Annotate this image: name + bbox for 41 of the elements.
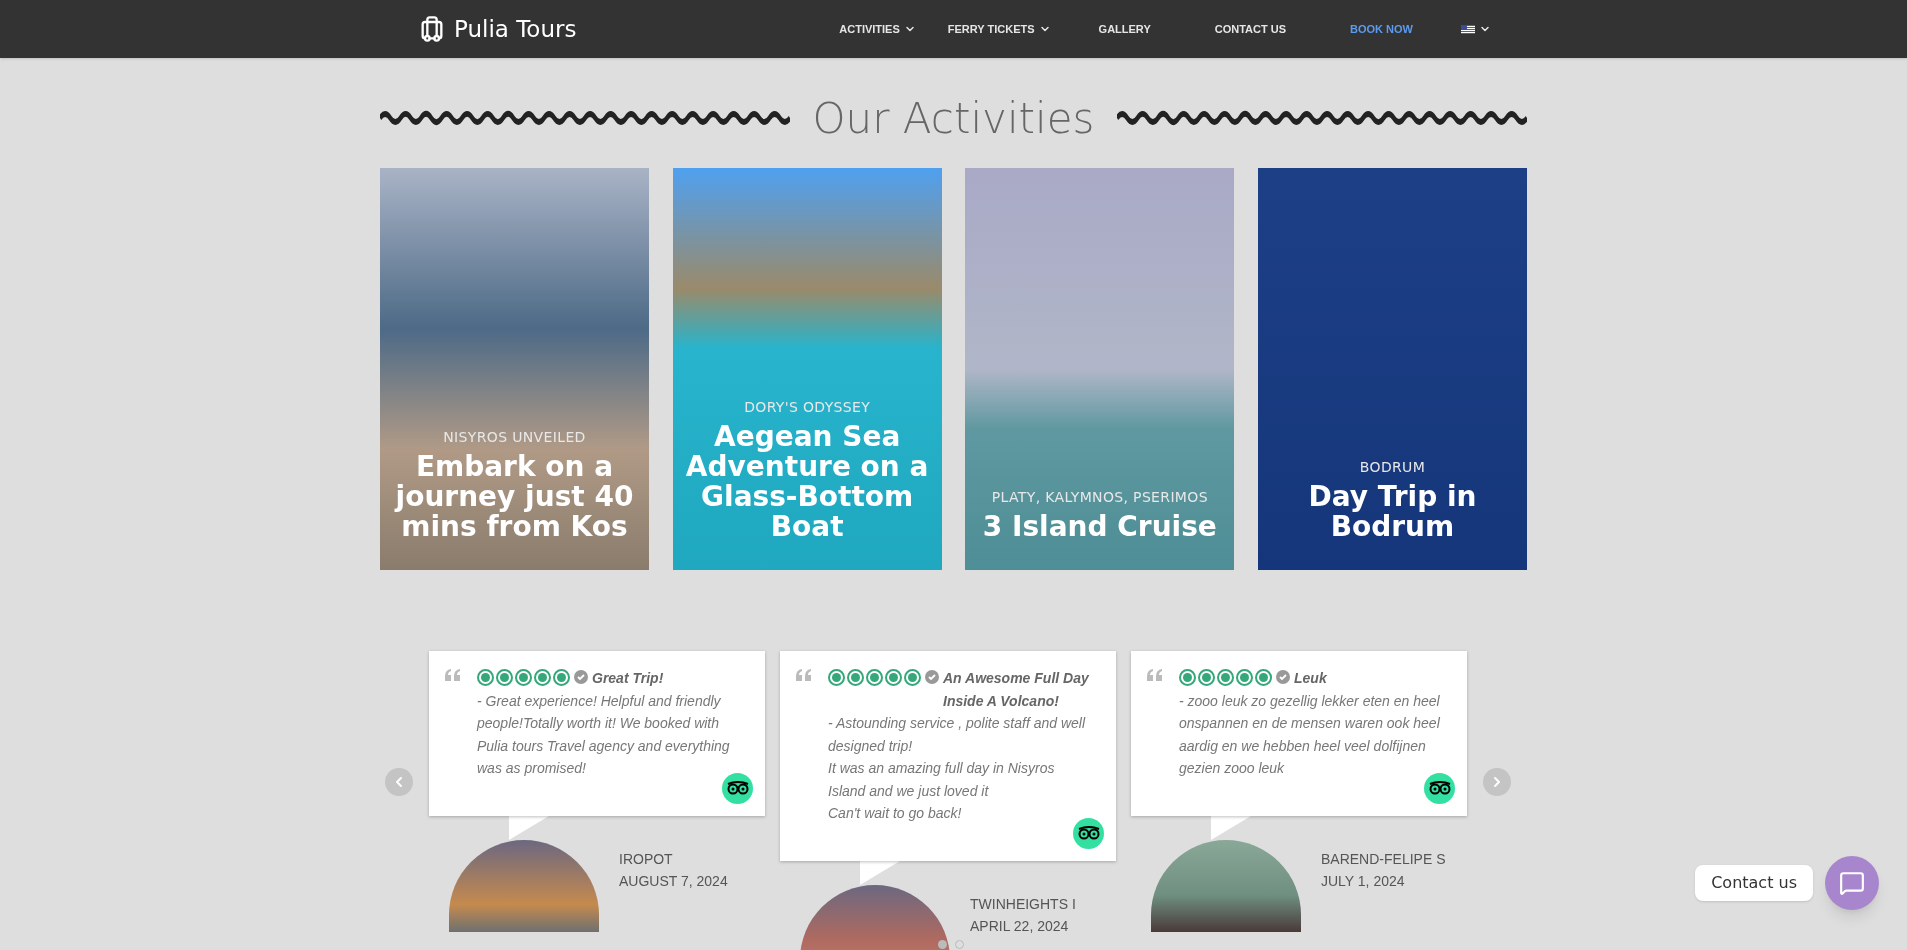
- activity-photo-card[interactable]: BODRUM Day Trip in Bodrum: [1257, 168, 1527, 570]
- nav-dropdown-link[interactable]: FERRY TICKETS: [931, 0, 1067, 58]
- review-date: AUGUST 7, 2024: [619, 871, 728, 891]
- tripadvisor-logo-icon: [1424, 772, 1455, 804]
- next-arrow-button[interactable]: [1483, 768, 1511, 796]
- chat-button[interactable]: [1825, 856, 1879, 910]
- activity-title: Embark on a journey just 40 mins from Kos: [393, 452, 635, 542]
- review-date: APRIL 22, 2024: [970, 916, 1070, 936]
- previous-arrow-button[interactable]: [385, 768, 413, 796]
- activity-subtitle: DORY'S ODYSSEY: [744, 398, 871, 417]
- nav-dropdown-link[interactable]: ACTIVITIES: [823, 0, 932, 58]
- nav-link[interactable]: CONTACT US: [1182, 0, 1319, 58]
- site-logo[interactable]: Pulia Tours: [454, 11, 577, 47]
- tripadvisor-logo-icon: [1073, 817, 1104, 849]
- review-text: - Great experience! Helpful and friendly people!Totally worth it! We booked with Pulia tours Travel agency and everything was as promised!: [477, 691, 731, 778]
- section-heading: Our Activities: [812, 92, 1095, 145]
- reviewer-name: IROPOT: [619, 849, 674, 869]
- contact-us-label[interactable]: Contact us: [1695, 865, 1813, 901]
- review-title: Great Trip!: [592, 669, 664, 688]
- activity-title: Day Trip in Bodrum: [1307, 482, 1478, 542]
- activity-title: 3 Island Cruise: [982, 512, 1217, 542]
- reviewer-name: TWINHEIGHTS I: [970, 894, 1076, 914]
- flag-icon: [1461, 24, 1475, 34]
- reviewer-name: BAREND-FELIPE S: [1321, 849, 1446, 869]
- book-now-link[interactable]: BOOK NOW: [1318, 0, 1445, 58]
- review-text: - Astounding service , polite staff and well designed trip! It was an amazing full day in Nisyros Island and we just loved it Can't wait to go back!: [828, 714, 1087, 823]
- activity-subtitle: NISYROS UNVEILED: [443, 428, 586, 447]
- chat-icon: [1839, 870, 1865, 896]
- review-title: Leuk: [1294, 669, 1327, 688]
- activity-subtitle: PLATY, KALYMNOS, PSERIMOS: [991, 488, 1208, 507]
- quote-icon: [1147, 669, 1163, 681]
- review-text: - zooo leuk zo gezellig lekker eten en heel onspannen en de mensen waren ook heel aardig en we hebben heel veel dolfijnen gezien zooo leuk: [1179, 691, 1441, 778]
- quote-icon: [445, 669, 461, 681]
- review-date: JULY 1, 2024: [1321, 871, 1406, 891]
- quote-icon: [796, 669, 812, 681]
- activity-photo-card[interactable]: PLATY, KALYMNOS, PSERIMOS 3 Island Cruise: [965, 168, 1235, 570]
- activity-subtitle: BODRUM: [1359, 458, 1426, 477]
- activity-title: Aegean Sea Adventure on a Glass-Bottom Boat: [684, 422, 930, 542]
- tripadvisor-logo-icon: [722, 772, 753, 804]
- nav-link[interactable]: GALLERY: [1066, 0, 1183, 58]
- review-title: An Awesome Full Day Inside A Volcano!: [943, 669, 1090, 711]
